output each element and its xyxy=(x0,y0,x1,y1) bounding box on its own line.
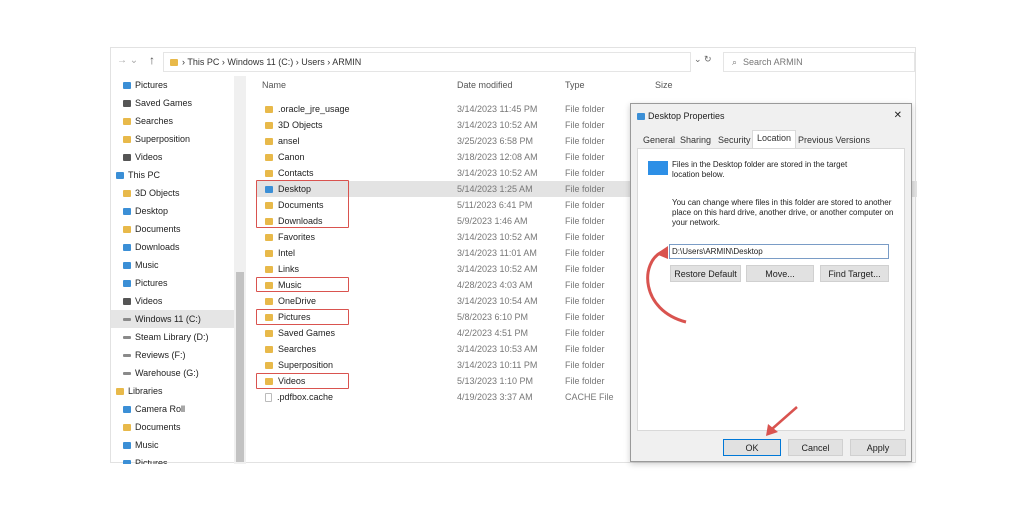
curved-arrow xyxy=(646,250,687,324)
annotation-arrows xyxy=(646,246,798,436)
arrow-head xyxy=(656,246,668,259)
straight-arrow xyxy=(771,406,798,430)
